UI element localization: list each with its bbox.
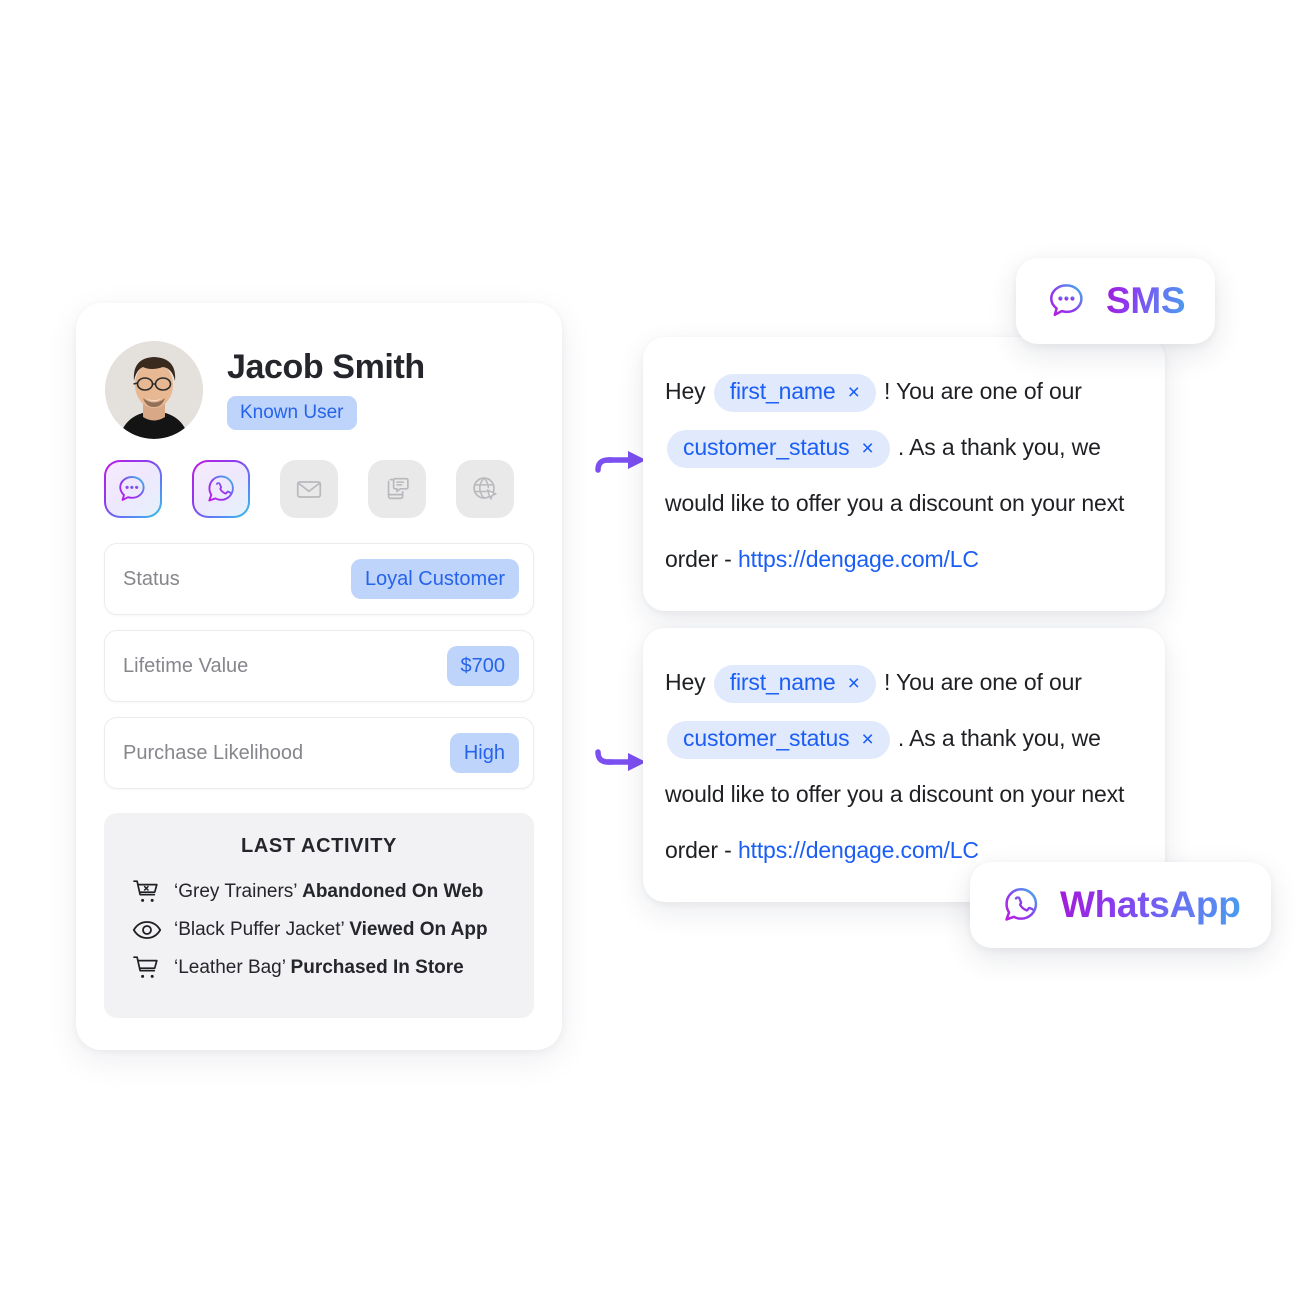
- message-bubble-whatsapp: Hey first_name × ! You are one of our cus…: [643, 628, 1165, 902]
- page-title: Jacob Smith: [227, 347, 425, 386]
- token-label: customer_status: [683, 725, 850, 752]
- activity-text: ‘Black Puffer Jacket’ Viewed On App: [174, 919, 488, 941]
- attribute-value-status[interactable]: Loyal Customer: [350, 559, 519, 599]
- channel-icon-row: [104, 460, 514, 518]
- customer-profile-card: Jacob Smith Known User Status Loyal Cust…: [76, 303, 562, 1050]
- close-icon[interactable]: ×: [848, 381, 860, 404]
- channel-badge-sms: SMS: [1016, 258, 1216, 344]
- activity-text: ‘Grey Trainers’ Abandoned On Web: [174, 881, 483, 903]
- activity-item-name: ‘Black Puffer Jacket’: [174, 919, 345, 940]
- activity-text: ‘Leather Bag’ Purchased In Store: [174, 957, 464, 979]
- activity-item-action: Viewed On App: [349, 919, 488, 940]
- channel-badge-label: WhatsApp: [1060, 884, 1241, 925]
- list-item: ‘Black Puffer Jacket’ Viewed On App: [104, 912, 534, 948]
- token-customer-status[interactable]: customer_status ×: [667, 721, 890, 759]
- status-badge-known-user: Known User: [227, 396, 357, 431]
- avatar: [105, 341, 203, 439]
- channel-badge-label: SMS: [1106, 280, 1186, 321]
- eye-icon: [132, 919, 166, 941]
- message-text: Hey first_name × ! You are one of our cus…: [665, 363, 1141, 587]
- globe-cursor-icon: [473, 477, 497, 500]
- profile-header: Jacob Smith Known User: [105, 341, 425, 439]
- close-icon[interactable]: ×: [862, 728, 874, 751]
- channel-push[interactable]: [368, 460, 426, 518]
- attribute-label: Purchase Likelihood: [123, 741, 304, 764]
- token-customer-status[interactable]: customer_status ×: [667, 430, 890, 468]
- activity-item-action: Abandoned On Web: [302, 881, 484, 902]
- whatsapp-icon: [1005, 888, 1038, 921]
- app-canvas: Jacob Smith Known User Status Loyal Cust…: [0, 0, 1312, 1312]
- user-photo-avatar: [105, 341, 203, 439]
- last-activity-title: LAST ACTIVITY: [241, 835, 397, 857]
- cart-icon: [132, 955, 166, 981]
- token-label: customer_status: [683, 434, 850, 461]
- list-item: ‘Leather Bag’ Purchased In Store: [104, 948, 534, 988]
- message-greeting: Hey: [665, 378, 706, 404]
- token-first-name[interactable]: first_name ×: [713, 665, 876, 703]
- channel-whatsapp[interactable]: [192, 460, 250, 518]
- sms-chat-bubble-icon: [1050, 284, 1083, 317]
- envelope-icon: [296, 481, 322, 498]
- activity-item-name: ‘Grey Trainers’: [174, 881, 297, 902]
- message-link[interactable]: https://dengage.com/LC: [738, 546, 979, 572]
- message-link[interactable]: https://dengage.com/LC: [738, 837, 979, 863]
- activity-item-name: ‘Leather Bag’: [174, 957, 286, 978]
- message-bubble-sms: Hey first_name × ! You are one of our cus…: [643, 337, 1165, 611]
- attribute-row-status: Status Loyal Customer: [104, 543, 534, 615]
- close-icon[interactable]: ×: [862, 437, 874, 460]
- attribute-value-lifetime-value[interactable]: $700: [446, 646, 519, 686]
- channel-email[interactable]: [280, 460, 338, 518]
- message-mid-1: ! You are one of our: [883, 669, 1082, 695]
- activity-item-action: Purchased In Store: [290, 957, 464, 978]
- channel-badge-whatsapp: WhatsApp: [970, 862, 1271, 948]
- last-activity-list: ‘Grey Trainers’ Abandoned On Web ‘Black …: [104, 872, 534, 988]
- message-mid-2: . As a thank you,: [897, 725, 1066, 751]
- close-icon[interactable]: ×: [848, 672, 860, 695]
- attribute-label: Lifetime Value: [123, 654, 249, 677]
- last-activity-panel: LAST ACTIVITY ‘Grey Trainers’ Abandoned …: [104, 813, 534, 1018]
- channel-web[interactable]: [456, 460, 514, 518]
- message-mid-2: . As a thank you,: [897, 434, 1066, 460]
- profile-identity: Jacob Smith Known User: [227, 347, 425, 431]
- mobile-push-icon: [387, 477, 409, 500]
- attribute-label: Status: [123, 567, 180, 590]
- message-text: Hey first_name × ! You are one of our cus…: [665, 654, 1141, 878]
- attribute-row-lifetime-value: Lifetime Value $700: [104, 630, 534, 702]
- message-mid-1: ! You are one of our: [883, 378, 1082, 404]
- token-first-name[interactable]: first_name ×: [713, 374, 876, 412]
- token-label: first_name: [729, 378, 836, 405]
- list-item: ‘Grey Trainers’ Abandoned On Web: [104, 872, 534, 912]
- channel-sms[interactable]: [104, 460, 162, 518]
- sms-chat-bubble-icon: [119, 476, 145, 501]
- attribute-value-purchase-likelihood[interactable]: High: [449, 733, 519, 773]
- whatsapp-icon: [208, 475, 234, 502]
- token-label: first_name: [729, 669, 836, 696]
- abandoned-cart-icon: [132, 879, 166, 905]
- attribute-row-purchase-likelihood: Purchase Likelihood High: [104, 717, 534, 789]
- message-greeting: Hey: [665, 669, 706, 695]
